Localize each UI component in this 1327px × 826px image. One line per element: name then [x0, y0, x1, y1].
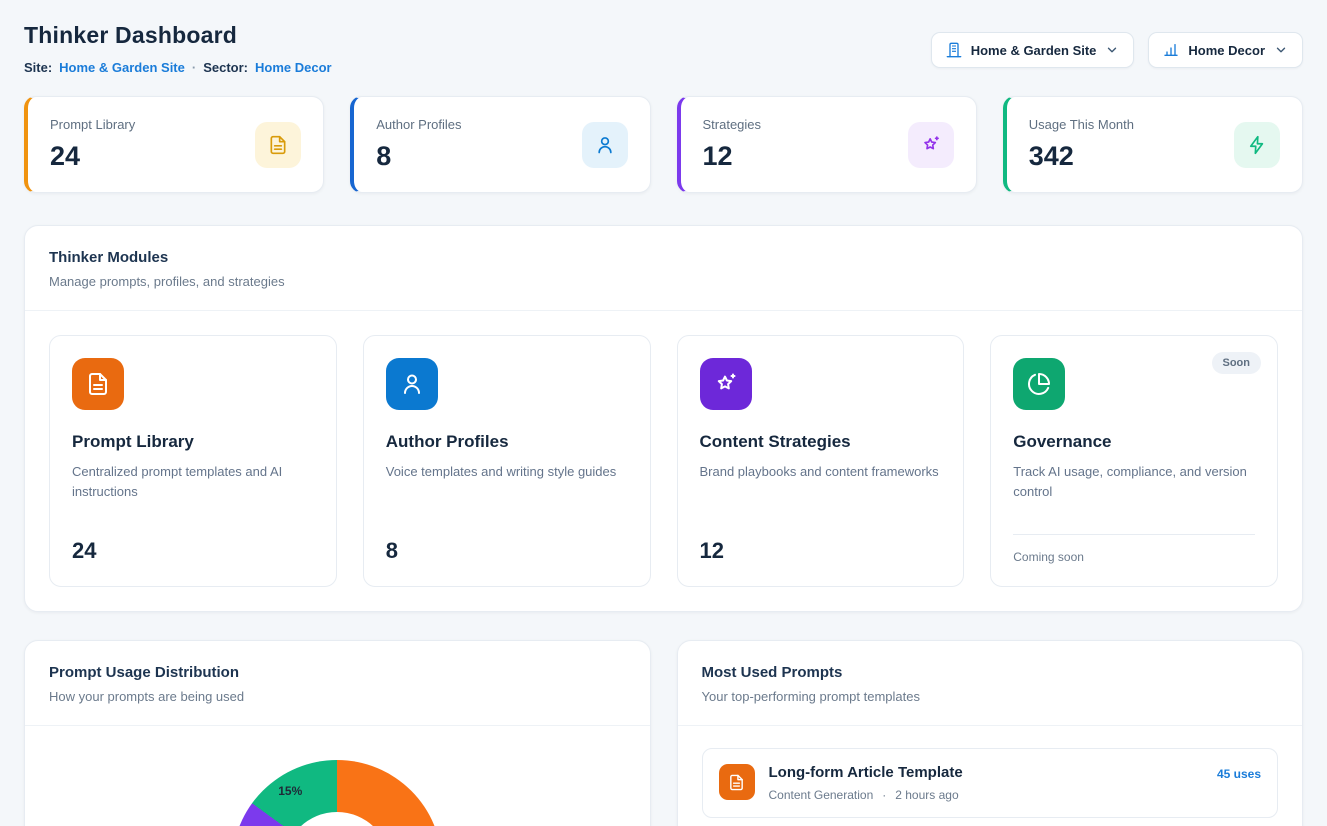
usage-donut-chart: 15% — [232, 760, 442, 826]
module-title: Content Strategies — [700, 432, 942, 452]
stat-label: Usage This Month — [1029, 117, 1134, 132]
prompt-list-item[interactable]: Long-form Article Template Content Gener… — [702, 748, 1279, 818]
stat-value: 342 — [1029, 141, 1134, 172]
topbar: Thinker Dashboard Site: Home & Garden Si… — [24, 22, 1303, 75]
stat-card-usage-this-month: Usage This Month 342 — [1003, 96, 1303, 193]
lightning-icon — [1234, 122, 1280, 168]
stat-value: 8 — [376, 141, 461, 172]
modules-section-subtitle: Manage prompts, profiles, and strategies — [49, 274, 1278, 289]
stat-label: Strategies — [703, 117, 762, 132]
title-block: Thinker Dashboard Site: Home & Garden Si… — [24, 22, 332, 75]
sector-selector-label: Home Decor — [1188, 43, 1265, 58]
site-link[interactable]: Home & Garden Site — [59, 60, 185, 75]
stats-row: Prompt Library 24 Author Profiles 8 Stra… — [24, 96, 1303, 193]
stat-value: 12 — [703, 141, 762, 172]
prompts-panel-subtitle: Your top-performing prompt templates — [702, 689, 1279, 704]
stat-card-strategies: Strategies 12 — [677, 96, 977, 193]
prompt-item-text: Long-form Article Template Content Gener… — [769, 764, 963, 802]
thinker-modules-section: Thinker Modules Manage prompts, profiles… — [24, 225, 1303, 612]
stat-value: 24 — [50, 141, 135, 172]
usage-panel-header: Prompt Usage Distribution How your promp… — [25, 641, 650, 726]
module-card-author-profiles[interactable]: Author Profiles Voice templates and writ… — [363, 335, 651, 587]
module-description: Voice templates and writing style guides — [386, 462, 628, 482]
modules-section-header: Thinker Modules Manage prompts, profiles… — [25, 226, 1302, 311]
coming-soon-label: Coming soon — [1013, 534, 1255, 564]
bar-chart-icon — [1163, 42, 1179, 58]
module-card-prompt-library[interactable]: Prompt Library Centralized prompt templa… — [49, 335, 337, 587]
breadcrumb: Site: Home & Garden Site · Sector: Home … — [24, 60, 332, 75]
prompt-uses-badge: 45 uses — [1217, 764, 1261, 781]
stat-text: Prompt Library 24 — [50, 117, 135, 172]
module-description: Brand playbooks and content frameworks — [700, 462, 942, 482]
stat-text: Strategies 12 — [703, 117, 762, 172]
pie-chart-icon — [1013, 358, 1065, 410]
user-icon — [582, 122, 628, 168]
module-value: 8 — [386, 538, 628, 564]
document-icon — [255, 122, 301, 168]
breadcrumb-separator: · — [192, 60, 196, 75]
prompt-item-title: Long-form Article Template — [769, 764, 963, 781]
site-selector-label: Home & Garden Site — [971, 43, 1097, 58]
soon-badge: Soon — [1212, 352, 1262, 374]
donut-segment-label: 15% — [278, 784, 302, 798]
stat-card-author-profiles: Author Profiles 8 — [350, 96, 650, 193]
module-title: Prompt Library — [72, 432, 314, 452]
document-icon — [72, 358, 124, 410]
meta-separator: · — [882, 788, 886, 802]
sector-selector-dropdown[interactable]: Home Decor — [1148, 32, 1303, 68]
module-value: 24 — [72, 538, 314, 564]
prompts-panel-header: Most Used Prompts Your top-performing pr… — [678, 641, 1303, 726]
chevron-down-icon — [1105, 43, 1119, 57]
module-description: Track AI usage, compliance, and version … — [1013, 462, 1255, 502]
stat-label: Author Profiles — [376, 117, 461, 132]
chart-area: 15% — [25, 726, 650, 826]
stat-card-prompt-library: Prompt Library 24 — [24, 96, 324, 193]
sector-link[interactable]: Home Decor — [255, 60, 332, 75]
modules-grid: Prompt Library Centralized prompt templa… — [25, 311, 1302, 611]
sparkle-star-icon — [908, 122, 954, 168]
site-selector-dropdown[interactable]: Home & Garden Site — [931, 32, 1135, 68]
modules-section-title: Thinker Modules — [49, 249, 1278, 266]
sector-label: Sector: — [203, 60, 248, 75]
prompt-item-category: Content Generation — [769, 788, 874, 802]
site-label: Site: — [24, 60, 52, 75]
usage-panel-subtitle: How your prompts are being used — [49, 689, 626, 704]
bottom-row: Prompt Usage Distribution How your promp… — [24, 640, 1303, 826]
page-title: Thinker Dashboard — [24, 22, 332, 49]
chevron-down-icon — [1274, 43, 1288, 57]
module-description: Centralized prompt templates and AI inst… — [72, 462, 314, 502]
stat-label: Prompt Library — [50, 117, 135, 132]
module-card-content-strategies[interactable]: Content Strategies Brand playbooks and c… — [677, 335, 965, 587]
stat-text: Author Profiles 8 — [376, 117, 461, 172]
prompts-list: Long-form Article Template Content Gener… — [678, 726, 1303, 826]
document-icon — [719, 764, 755, 800]
module-card-governance[interactable]: Soon Governance Track AI usage, complian… — [990, 335, 1278, 587]
thinker-dashboard-page: Thinker Dashboard Site: Home & Garden Si… — [0, 0, 1327, 826]
building-icon — [946, 42, 962, 58]
module-title: Author Profiles — [386, 432, 628, 452]
usage-panel-title: Prompt Usage Distribution — [49, 664, 626, 681]
stat-text: Usage This Month 342 — [1029, 117, 1134, 172]
module-value: 12 — [700, 538, 942, 564]
user-icon — [386, 358, 438, 410]
sparkle-star-icon — [700, 358, 752, 410]
prompt-usage-distribution-panel: Prompt Usage Distribution How your promp… — [24, 640, 651, 826]
topbar-actions: Home & Garden Site Home Decor — [931, 22, 1303, 68]
prompts-panel-title: Most Used Prompts — [702, 664, 1279, 681]
most-used-prompts-panel: Most Used Prompts Your top-performing pr… — [677, 640, 1304, 826]
prompt-item-meta: Content Generation · 2 hours ago — [769, 788, 963, 802]
module-title: Governance — [1013, 432, 1255, 452]
prompt-item-time: 2 hours ago — [895, 788, 958, 802]
